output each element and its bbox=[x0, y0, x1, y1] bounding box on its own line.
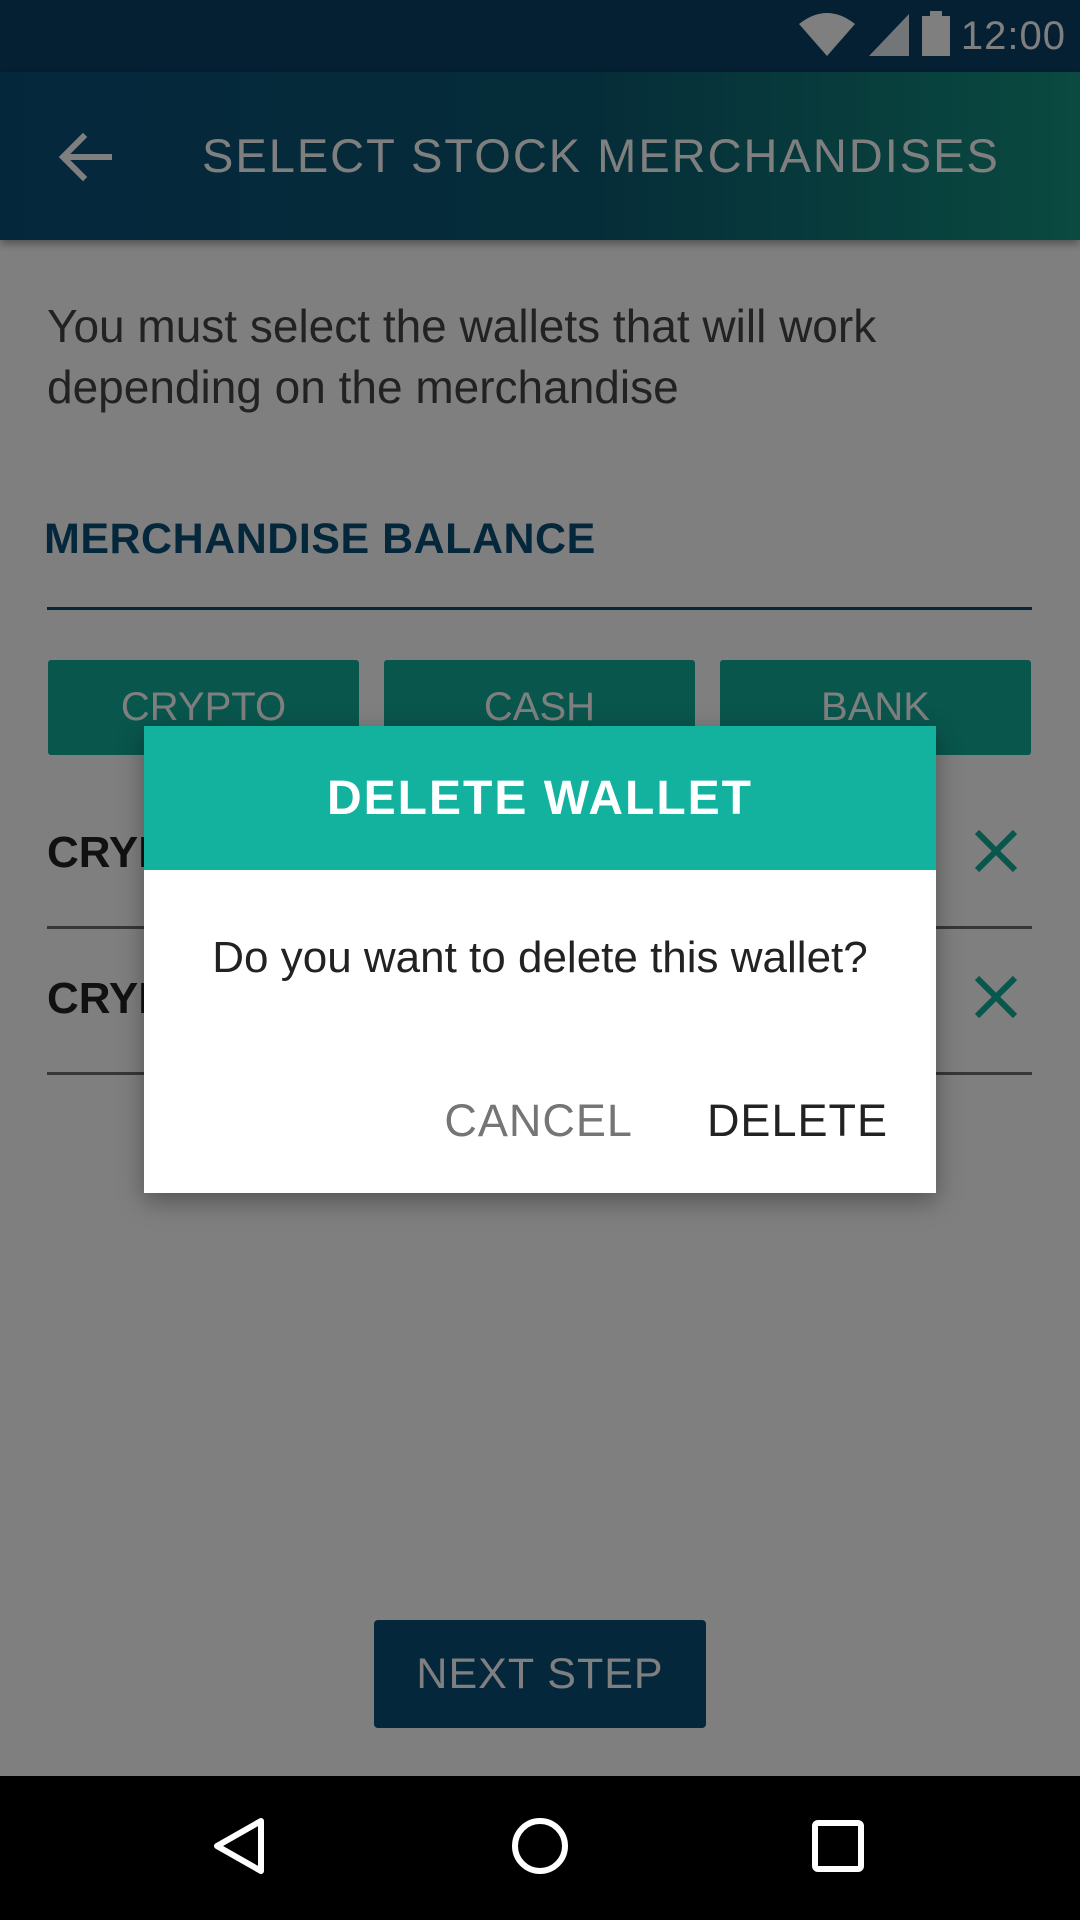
delete-wallet-dialog: DELETE WALLET Do you want to delete this… bbox=[144, 726, 936, 1193]
dialog-actions: CANCEL DELETE bbox=[444, 1086, 888, 1156]
nav-home-button[interactable] bbox=[504, 1812, 576, 1884]
nav-back-icon bbox=[211, 1816, 267, 1881]
navigation-bar bbox=[0, 1776, 1080, 1920]
cancel-button[interactable]: CANCEL bbox=[444, 1095, 633, 1147]
nav-recents-icon bbox=[810, 1818, 866, 1879]
screen: 12:00 SELECT STOCK MERCHANDISES You must… bbox=[0, 0, 1080, 1920]
nav-back-button[interactable] bbox=[203, 1812, 275, 1884]
nav-home-icon bbox=[510, 1816, 570, 1881]
dialog-header: DELETE WALLET bbox=[144, 726, 936, 870]
dialog-message: Do you want to delete this wallet? bbox=[212, 933, 868, 982]
delete-button[interactable]: DELETE bbox=[707, 1095, 888, 1147]
nav-recents-button[interactable] bbox=[802, 1812, 874, 1884]
dialog-title: DELETE WALLET bbox=[327, 771, 753, 825]
